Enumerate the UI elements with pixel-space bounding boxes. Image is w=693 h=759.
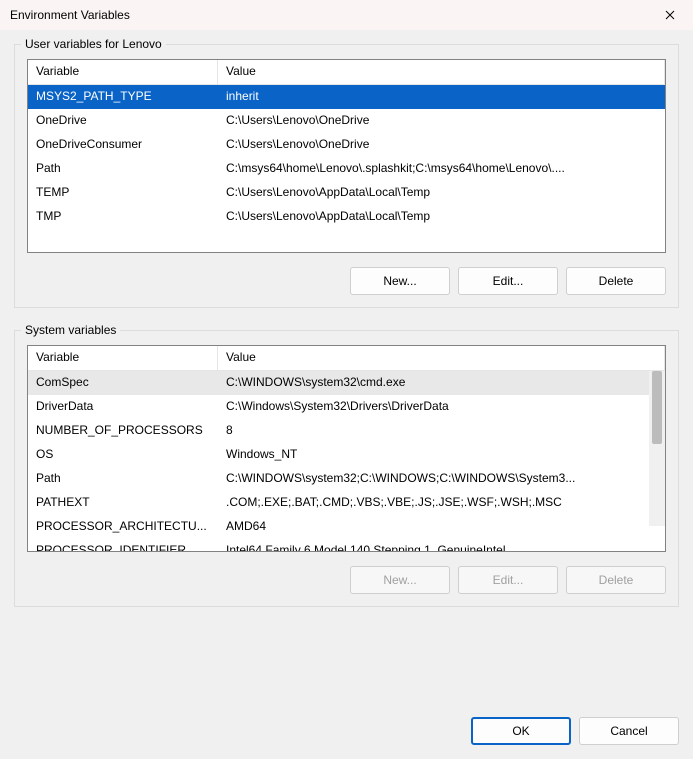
- table-row[interactable]: OneDriveConsumerC:\Users\Lenovo\OneDrive: [28, 133, 665, 157]
- cell-variable: MSYS2_PATH_TYPE: [28, 85, 218, 109]
- table-row[interactable]: DriverDataC:\Windows\System32\Drivers\Dr…: [28, 395, 665, 419]
- cell-variable: PROCESSOR_ARCHITECTU...: [28, 515, 218, 539]
- close-button[interactable]: [647, 0, 693, 30]
- cell-variable: NUMBER_OF_PROCESSORS: [28, 419, 218, 443]
- system-variables-group: System variables Variable Value ComSpecC…: [14, 330, 679, 607]
- user-new-button[interactable]: New...: [350, 267, 450, 295]
- window-title: Environment Variables: [10, 8, 130, 22]
- cell-variable: ComSpec: [28, 371, 218, 395]
- system-delete-button[interactable]: Delete: [566, 566, 666, 594]
- cell-variable: Path: [28, 467, 218, 491]
- cancel-button[interactable]: Cancel: [579, 717, 679, 745]
- table-row[interactable]: NUMBER_OF_PROCESSORS8: [28, 419, 665, 443]
- system-button-row: New... Edit... Delete: [27, 566, 666, 594]
- cell-value: C:\WINDOWS\system32\cmd.exe: [218, 371, 665, 395]
- table-row[interactable]: PATHEXT.COM;.EXE;.BAT;.CMD;.VBS;.VBE;.JS…: [28, 491, 665, 515]
- system-new-button[interactable]: New...: [350, 566, 450, 594]
- cell-variable: OneDrive: [28, 109, 218, 133]
- dialog-body: User variables for Lenovo Variable Value…: [0, 30, 693, 759]
- user-variables-list[interactable]: Variable Value MSYS2_PATH_TYPEinheritOne…: [27, 59, 666, 253]
- cell-value: inherit: [218, 85, 665, 109]
- cell-variable: PROCESSOR_IDENTIFIER: [28, 539, 218, 552]
- user-variables-legend: User variables for Lenovo: [21, 37, 166, 51]
- system-edit-button[interactable]: Edit...: [458, 566, 558, 594]
- cell-value: AMD64: [218, 515, 665, 539]
- table-row[interactable]: TEMPC:\Users\Lenovo\AppData\Local\Temp: [28, 181, 665, 205]
- cell-value: Intel64 Family 6 Model 140 Stepping 1, G…: [218, 539, 665, 552]
- cell-value: 8: [218, 419, 665, 443]
- cell-variable: DriverData: [28, 395, 218, 419]
- table-row[interactable]: MSYS2_PATH_TYPEinherit: [28, 85, 665, 109]
- cell-value: C:\msys64\home\Lenovo\.splashkit;C:\msys…: [218, 157, 665, 181]
- table-row[interactable]: PROCESSOR_IDENTIFIERIntel64 Family 6 Mod…: [28, 539, 665, 552]
- cell-value: C:\Windows\System32\Drivers\DriverData: [218, 395, 665, 419]
- close-icon: [665, 7, 675, 23]
- table-row[interactable]: OneDriveC:\Users\Lenovo\OneDrive: [28, 109, 665, 133]
- table-row[interactable]: TMPC:\Users\Lenovo\AppData\Local\Temp: [28, 205, 665, 229]
- cell-value: C:\Users\Lenovo\OneDrive: [218, 133, 665, 157]
- user-variables-group: User variables for Lenovo Variable Value…: [14, 44, 679, 308]
- cell-variable: TMP: [28, 205, 218, 229]
- user-button-row: New... Edit... Delete: [27, 267, 666, 295]
- col-variable[interactable]: Variable: [28, 60, 218, 84]
- ok-button[interactable]: OK: [471, 717, 571, 745]
- system-variables-list[interactable]: Variable Value ComSpecC:\WINDOWS\system3…: [27, 345, 666, 552]
- table-row[interactable]: PathC:\WINDOWS\system32;C:\WINDOWS;C:\WI…: [28, 467, 665, 491]
- table-row[interactable]: PROCESSOR_ARCHITECTU...AMD64: [28, 515, 665, 539]
- table-row[interactable]: OSWindows_NT: [28, 443, 665, 467]
- col-value[interactable]: Value: [218, 346, 665, 370]
- cell-value: C:\Users\Lenovo\OneDrive: [218, 109, 665, 133]
- col-value[interactable]: Value: [218, 60, 665, 84]
- cell-variable: OS: [28, 443, 218, 467]
- system-list-header[interactable]: Variable Value: [28, 346, 665, 371]
- scrollbar-thumb[interactable]: [652, 371, 662, 444]
- dialog-footer: OK Cancel: [471, 717, 679, 745]
- user-delete-button[interactable]: Delete: [566, 267, 666, 295]
- cell-value: C:\Users\Lenovo\AppData\Local\Temp: [218, 181, 665, 205]
- user-list-header[interactable]: Variable Value: [28, 60, 665, 85]
- cell-variable: OneDriveConsumer: [28, 133, 218, 157]
- system-variables-legend: System variables: [21, 323, 120, 337]
- cell-value: C:\Users\Lenovo\AppData\Local\Temp: [218, 205, 665, 229]
- cell-value: .COM;.EXE;.BAT;.CMD;.VBS;.VBE;.JS;.JSE;.…: [218, 491, 665, 515]
- table-row[interactable]: ComSpecC:\WINDOWS\system32\cmd.exe: [28, 371, 665, 395]
- cell-value: C:\WINDOWS\system32;C:\WINDOWS;C:\WINDOW…: [218, 467, 665, 491]
- cell-variable: PATHEXT: [28, 491, 218, 515]
- col-variable[interactable]: Variable: [28, 346, 218, 370]
- title-bar: Environment Variables: [0, 0, 693, 30]
- cell-variable: Path: [28, 157, 218, 181]
- user-edit-button[interactable]: Edit...: [458, 267, 558, 295]
- table-row[interactable]: PathC:\msys64\home\Lenovo\.splashkit;C:\…: [28, 157, 665, 181]
- system-scrollbar[interactable]: [649, 371, 665, 526]
- cell-variable: TEMP: [28, 181, 218, 205]
- cell-value: Windows_NT: [218, 443, 665, 467]
